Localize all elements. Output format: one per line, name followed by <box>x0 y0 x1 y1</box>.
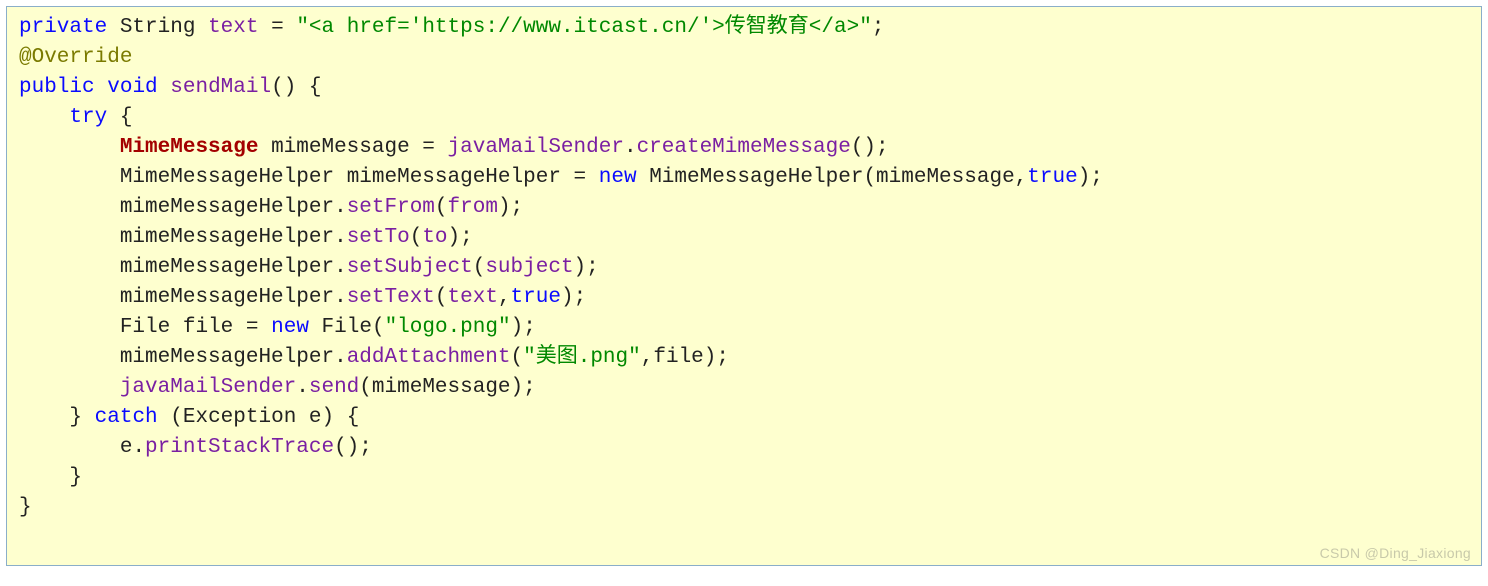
op-assign: = <box>271 16 284 39</box>
obj-mimemessagehelper: mimeMessageHelper <box>120 286 334 309</box>
arg-file: file <box>653 346 703 369</box>
comma: , <box>1015 166 1028 189</box>
dot: . <box>334 196 347 219</box>
type-file: File <box>120 316 170 339</box>
op-assign: = <box>422 136 435 159</box>
paren-open: ( <box>473 256 486 279</box>
paren-open: ( <box>410 226 423 249</box>
type-exception: Exception <box>183 406 296 429</box>
paren-close: ); <box>1078 166 1103 189</box>
dot: . <box>334 226 347 249</box>
obj-javamailsender: javaMailSender <box>448 136 624 159</box>
brace-close: } <box>19 496 32 519</box>
brace-close: } <box>69 406 82 429</box>
keyword-try: try <box>69 106 107 129</box>
arg-to: to <box>422 226 447 249</box>
comma: , <box>641 346 654 369</box>
call-send: send <box>309 376 359 399</box>
paren-close: ); <box>448 226 473 249</box>
dot: . <box>132 436 145 459</box>
type-mimemessagehelper: MimeMessageHelper <box>120 166 334 189</box>
watermark: CSDN @Ding_Jiaxiong <box>1320 545 1471 561</box>
paren-open: ( <box>435 196 448 219</box>
paren-close: ); <box>511 376 536 399</box>
type-mimemessage: MimeMessage <box>120 136 259 159</box>
keyword-public: public <box>19 76 95 99</box>
call-settext: setText <box>347 286 435 309</box>
java-code: private String text = "<a href='https://… <box>7 7 1481 529</box>
paren-open: ( <box>863 166 876 189</box>
call-setto: setTo <box>347 226 410 249</box>
call-printstacktrace: printStackTrace <box>145 436 334 459</box>
arg-from: from <box>448 196 498 219</box>
op-assign: = <box>574 166 587 189</box>
call-createmimemessage: createMimeMessage <box>637 136 851 159</box>
paren-open: ( <box>372 316 385 339</box>
paren-open: ( <box>170 406 183 429</box>
paren-open: ( <box>359 376 372 399</box>
string-logo: "logo.png" <box>385 316 511 339</box>
dot: . <box>334 256 347 279</box>
dot: . <box>624 136 637 159</box>
annotation-override: @Override <box>19 46 132 69</box>
keyword-void: void <box>107 76 157 99</box>
keyword-new: new <box>599 166 637 189</box>
call-addattachment: addAttachment <box>347 346 511 369</box>
keyword-new: new <box>271 316 309 339</box>
call-setsubject: setSubject <box>347 256 473 279</box>
obj-mimemessagehelper: mimeMessageHelper <box>120 196 334 219</box>
dot: . <box>334 346 347 369</box>
arg-subject: subject <box>485 256 573 279</box>
keyword-true: true <box>1027 166 1077 189</box>
paren-open: ( <box>435 286 448 309</box>
paren-close: ); <box>574 256 599 279</box>
dot: . <box>296 376 309 399</box>
var-file: file <box>183 316 233 339</box>
var-mimemessage: mimeMessage <box>271 136 410 159</box>
keyword-true: true <box>511 286 561 309</box>
call-setfrom: setFrom <box>347 196 435 219</box>
ctor-mimemessagehelper: MimeMessageHelper <box>649 166 863 189</box>
method-tail: () { <box>271 76 321 99</box>
obj-mimemessagehelper: mimeMessageHelper <box>120 226 334 249</box>
var-e: e <box>309 406 322 429</box>
paren-close: ); <box>561 286 586 309</box>
var-mimemessagehelper: mimeMessageHelper <box>347 166 561 189</box>
paren-close: ); <box>511 316 536 339</box>
comma: , <box>498 286 511 309</box>
paren-open: ( <box>511 346 524 369</box>
ctor-file: File <box>322 316 372 339</box>
paren-close: ); <box>704 346 729 369</box>
brace: { <box>107 106 132 129</box>
method-sendmail: sendMail <box>170 76 271 99</box>
keyword-private: private <box>19 16 107 39</box>
arg-mimemessage: mimeMessage <box>876 166 1015 189</box>
string-meitu: "美图.png" <box>523 346 641 369</box>
field-text: text <box>208 16 258 39</box>
catch-tail: ) { <box>322 406 360 429</box>
call-tail: (); <box>334 436 372 459</box>
semicolon: ; <box>872 16 885 39</box>
obj-javamailsender: javaMailSender <box>120 376 296 399</box>
dot: . <box>334 286 347 309</box>
paren-close: ); <box>498 196 523 219</box>
obj-mimemessagehelper: mimeMessageHelper <box>120 346 334 369</box>
op-assign: = <box>246 316 259 339</box>
obj-mimemessagehelper: mimeMessageHelper <box>120 256 334 279</box>
keyword-catch: catch <box>95 406 158 429</box>
brace-close: } <box>69 466 82 489</box>
obj-e: e <box>120 436 133 459</box>
call-tail: (); <box>851 136 889 159</box>
arg-mimemessage: mimeMessage <box>372 376 511 399</box>
arg-text: text <box>448 286 498 309</box>
code-block: private String text = "<a href='https://… <box>6 6 1482 566</box>
type-string: String <box>120 16 196 39</box>
string-literal: "<a href='https://www.itcast.cn/'>传智教育</… <box>296 16 871 39</box>
